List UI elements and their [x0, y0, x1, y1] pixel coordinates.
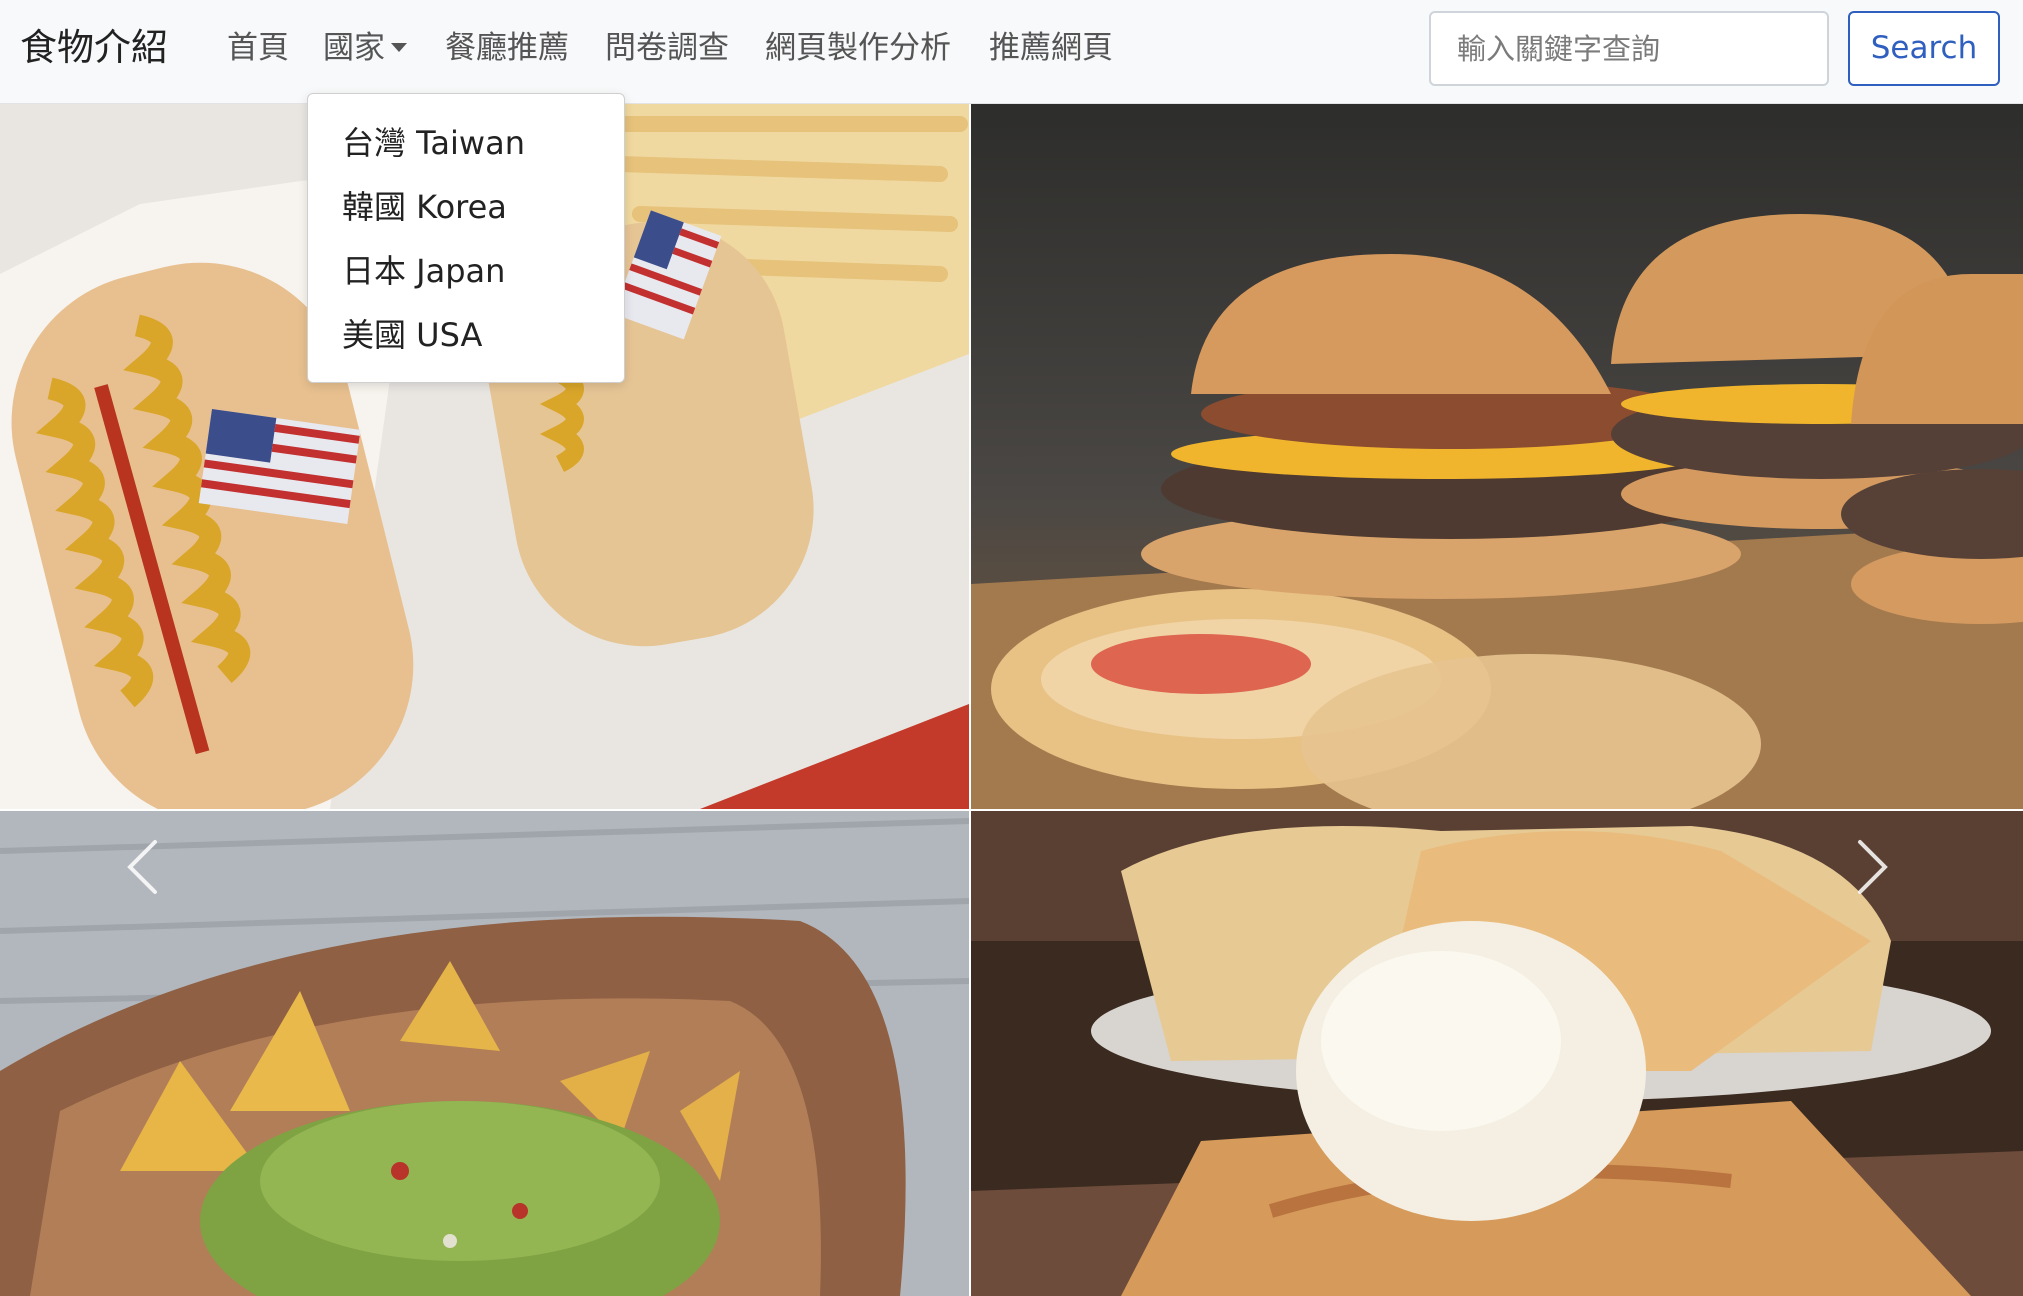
- navbar-brand[interactable]: 食物介紹: [20, 22, 168, 74]
- chevron-right-icon: [1858, 840, 1888, 894]
- search-input[interactable]: [1429, 11, 1829, 86]
- carousel-prev-control[interactable]: [115, 832, 175, 902]
- nav-link-recommended-sites[interactable]: 推薦網頁: [989, 25, 1113, 71]
- dropdown-item-japan[interactable]: 日本 Japan: [342, 248, 505, 294]
- chevron-left-icon: [127, 840, 157, 894]
- nav-link-countries[interactable]: 國家: [323, 25, 407, 71]
- dropdown-item-usa[interactable]: 美國 USA: [342, 312, 482, 358]
- dropdown-item-korea[interactable]: 韓國 Korea: [342, 184, 507, 230]
- nav-link-web-analysis[interactable]: 網頁製作分析: [765, 25, 951, 71]
- nav-link-survey[interactable]: 問卷調查: [605, 25, 729, 71]
- image-burgers: [971, 104, 2023, 809]
- dropdown-item-taiwan[interactable]: 台灣 Taiwan: [342, 120, 525, 166]
- nav-link-countries-label: 國家: [323, 30, 385, 66]
- nav-link-restaurants[interactable]: 餐廳推薦: [445, 25, 569, 71]
- countries-dropdown-menu: 台灣 Taiwan 韓國 Korea 日本 Japan 美國 USA: [307, 93, 625, 383]
- carousel-next-control[interactable]: [1840, 832, 1900, 902]
- top-navbar: 食物介紹 首頁 國家 餐廳推薦 問卷調查 網頁製作分析 推薦網頁 Search: [0, 0, 2023, 104]
- caret-down-icon: [391, 43, 407, 52]
- nav-link-home[interactable]: 首頁: [227, 25, 289, 71]
- search-button[interactable]: Search: [1848, 11, 2000, 86]
